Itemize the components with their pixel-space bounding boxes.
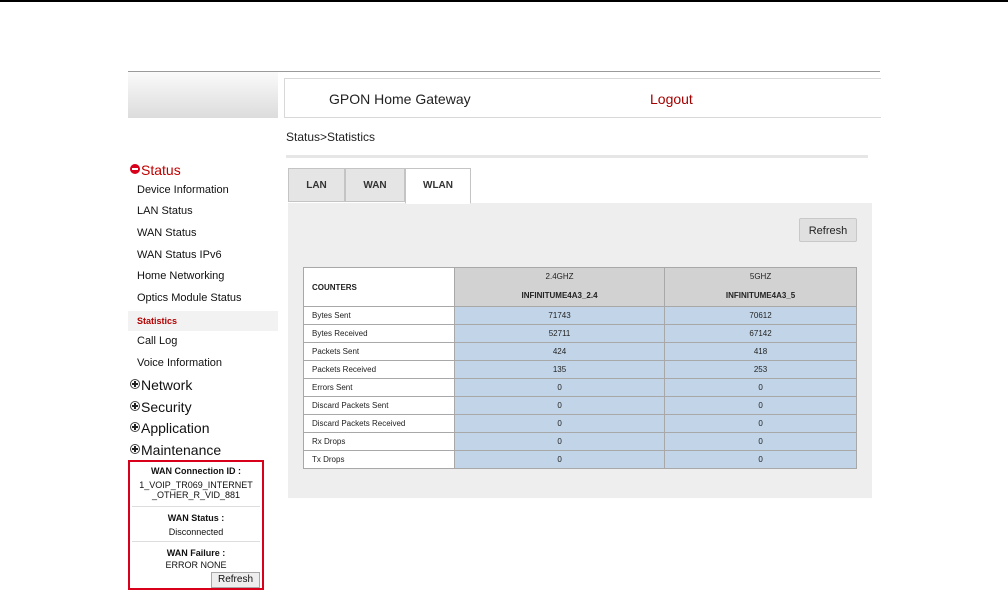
- tab-lan[interactable]: LAN: [288, 168, 345, 202]
- row-label: Errors Sent: [303, 378, 455, 397]
- table-row: Rx Drops 0 0: [303, 432, 857, 451]
- value-cell: 0: [664, 414, 857, 433]
- tab-wan[interactable]: WAN: [345, 168, 405, 202]
- value-cell: 0: [453, 432, 666, 451]
- wan-refresh-button[interactable]: Refresh: [210, 572, 260, 588]
- sidebar-category-status[interactable]: Status: [130, 160, 181, 180]
- refresh-button[interactable]: Refresh: [799, 218, 857, 242]
- value-cell: 67142: [664, 324, 857, 343]
- table-row: Bytes Sent 71743 70612: [303, 306, 857, 325]
- divider: [132, 506, 260, 507]
- wlan-statistics-table: COUNTERS 2.4GHZ INFINITUME4A3_2.4 5GHZ I…: [303, 267, 857, 469]
- band-label: 2.4GHZ: [545, 272, 574, 281]
- sidebar-category-application[interactable]: Application: [130, 418, 210, 438]
- row-label: Tx Drops: [303, 450, 455, 469]
- sidebar-category-label: Status: [141, 162, 181, 178]
- band-label: 5GHZ: [749, 272, 772, 281]
- tab-wlan[interactable]: WLAN: [405, 168, 471, 204]
- value-cell: 135: [453, 360, 666, 379]
- wan-info-panel: WAN Connection ID : 1_VOIP_TR069_INTERNE…: [128, 460, 264, 590]
- ssid-label: INFINITUME4A3_5: [725, 291, 796, 300]
- logout-link[interactable]: Logout: [650, 91, 693, 107]
- column-header-2-4ghz: 2.4GHZ INFINITUME4A3_2.4: [453, 267, 666, 307]
- wan-connection-id-label: WAN Connection ID :: [151, 466, 241, 476]
- sidebar-category-maintenance[interactable]: Maintenance: [130, 440, 221, 460]
- collapse-icon: [130, 164, 140, 174]
- value-cell: 70612: [664, 306, 857, 325]
- ssid-label: INFINITUME4A3_2.4: [521, 291, 598, 300]
- sidebar-category-label: Application: [141, 420, 210, 436]
- wan-connection-id-value-cont: _OTHER_R_VID_881: [151, 490, 241, 500]
- wan-status-value: Disconnected: [168, 527, 224, 537]
- sidebar-item-device-information[interactable]: Device Information: [137, 182, 229, 198]
- expand-icon: [130, 401, 140, 411]
- sidebar-item-call-log[interactable]: Call Log: [137, 333, 177, 349]
- value-cell: 424: [453, 342, 666, 361]
- wan-failure-value: ERROR NONE: [165, 560, 227, 570]
- sidebar-category-security[interactable]: Security: [130, 397, 192, 417]
- sidebar-category-network[interactable]: Network: [130, 375, 192, 395]
- value-cell: 0: [664, 432, 857, 451]
- top-rule: [0, 0, 1008, 2]
- value-cell: 0: [664, 396, 857, 415]
- counters-header: COUNTERS: [303, 267, 455, 307]
- value-cell: 0: [453, 378, 666, 397]
- row-label: Bytes Received: [303, 324, 455, 343]
- wan-failure-label: WAN Failure :: [166, 548, 226, 558]
- row-label: Packets Received: [303, 360, 455, 379]
- row-label: Discard Packets Sent: [303, 396, 455, 415]
- expand-icon: [130, 444, 140, 454]
- value-cell: 0: [453, 396, 666, 415]
- sidebar-item-wan-status[interactable]: WAN Status: [137, 225, 197, 241]
- expand-icon: [130, 422, 140, 432]
- value-cell: 0: [664, 378, 857, 397]
- row-label: Rx Drops: [303, 432, 455, 451]
- row-label: Packets Sent: [303, 342, 455, 361]
- value-cell: 418: [664, 342, 857, 361]
- sidebar-category-label: Maintenance: [141, 442, 222, 458]
- table-row: Errors Sent 0 0: [303, 378, 857, 397]
- value-cell: 253: [664, 360, 857, 379]
- value-cell: 71743: [453, 306, 666, 325]
- value-cell: 0: [664, 450, 857, 469]
- row-label: Discard Packets Received: [303, 414, 455, 433]
- breadcrumb-divider: [286, 155, 868, 158]
- value-cell: 0: [453, 450, 666, 469]
- column-header-5ghz: 5GHZ INFINITUME4A3_5: [664, 267, 857, 307]
- sidebar-category-label: Security: [141, 399, 192, 415]
- sidebar-item-voice-information[interactable]: Voice Information: [137, 355, 222, 371]
- sidebar-item-statistics[interactable]: Statistics: [128, 311, 278, 331]
- page-title: GPON Home Gateway: [329, 91, 471, 107]
- sidebar-item-optics-module-status[interactable]: Optics Module Status: [137, 290, 242, 306]
- breadcrumb: Status>Statistics: [286, 130, 376, 144]
- divider: [132, 541, 260, 542]
- sidebar-item-wan-status-ipv6[interactable]: WAN Status IPv6: [137, 247, 222, 263]
- table-row: Packets Received 135 253: [303, 360, 857, 379]
- wan-status-label: WAN Status :: [167, 513, 225, 523]
- wan-connection-id-value: 1_VOIP_TR069_INTERNET: [139, 480, 253, 490]
- sidebar-item-lan-status[interactable]: LAN Status: [137, 203, 193, 219]
- sidebar-item-home-networking[interactable]: Home Networking: [137, 268, 224, 284]
- table-row: Discard Packets Received 0 0: [303, 414, 857, 433]
- header-logo-area: [128, 72, 278, 118]
- row-label: Bytes Sent: [303, 306, 455, 325]
- sidebar-category-label: Network: [141, 377, 193, 393]
- table-row: Tx Drops 0 0: [303, 450, 857, 469]
- expand-icon: [130, 379, 140, 389]
- value-cell: 52711: [453, 324, 666, 343]
- table-row: Packets Sent 424 418: [303, 342, 857, 361]
- table-row: Discard Packets Sent 0 0: [303, 396, 857, 415]
- table-row: Bytes Received 52711 67142: [303, 324, 857, 343]
- value-cell: 0: [453, 414, 666, 433]
